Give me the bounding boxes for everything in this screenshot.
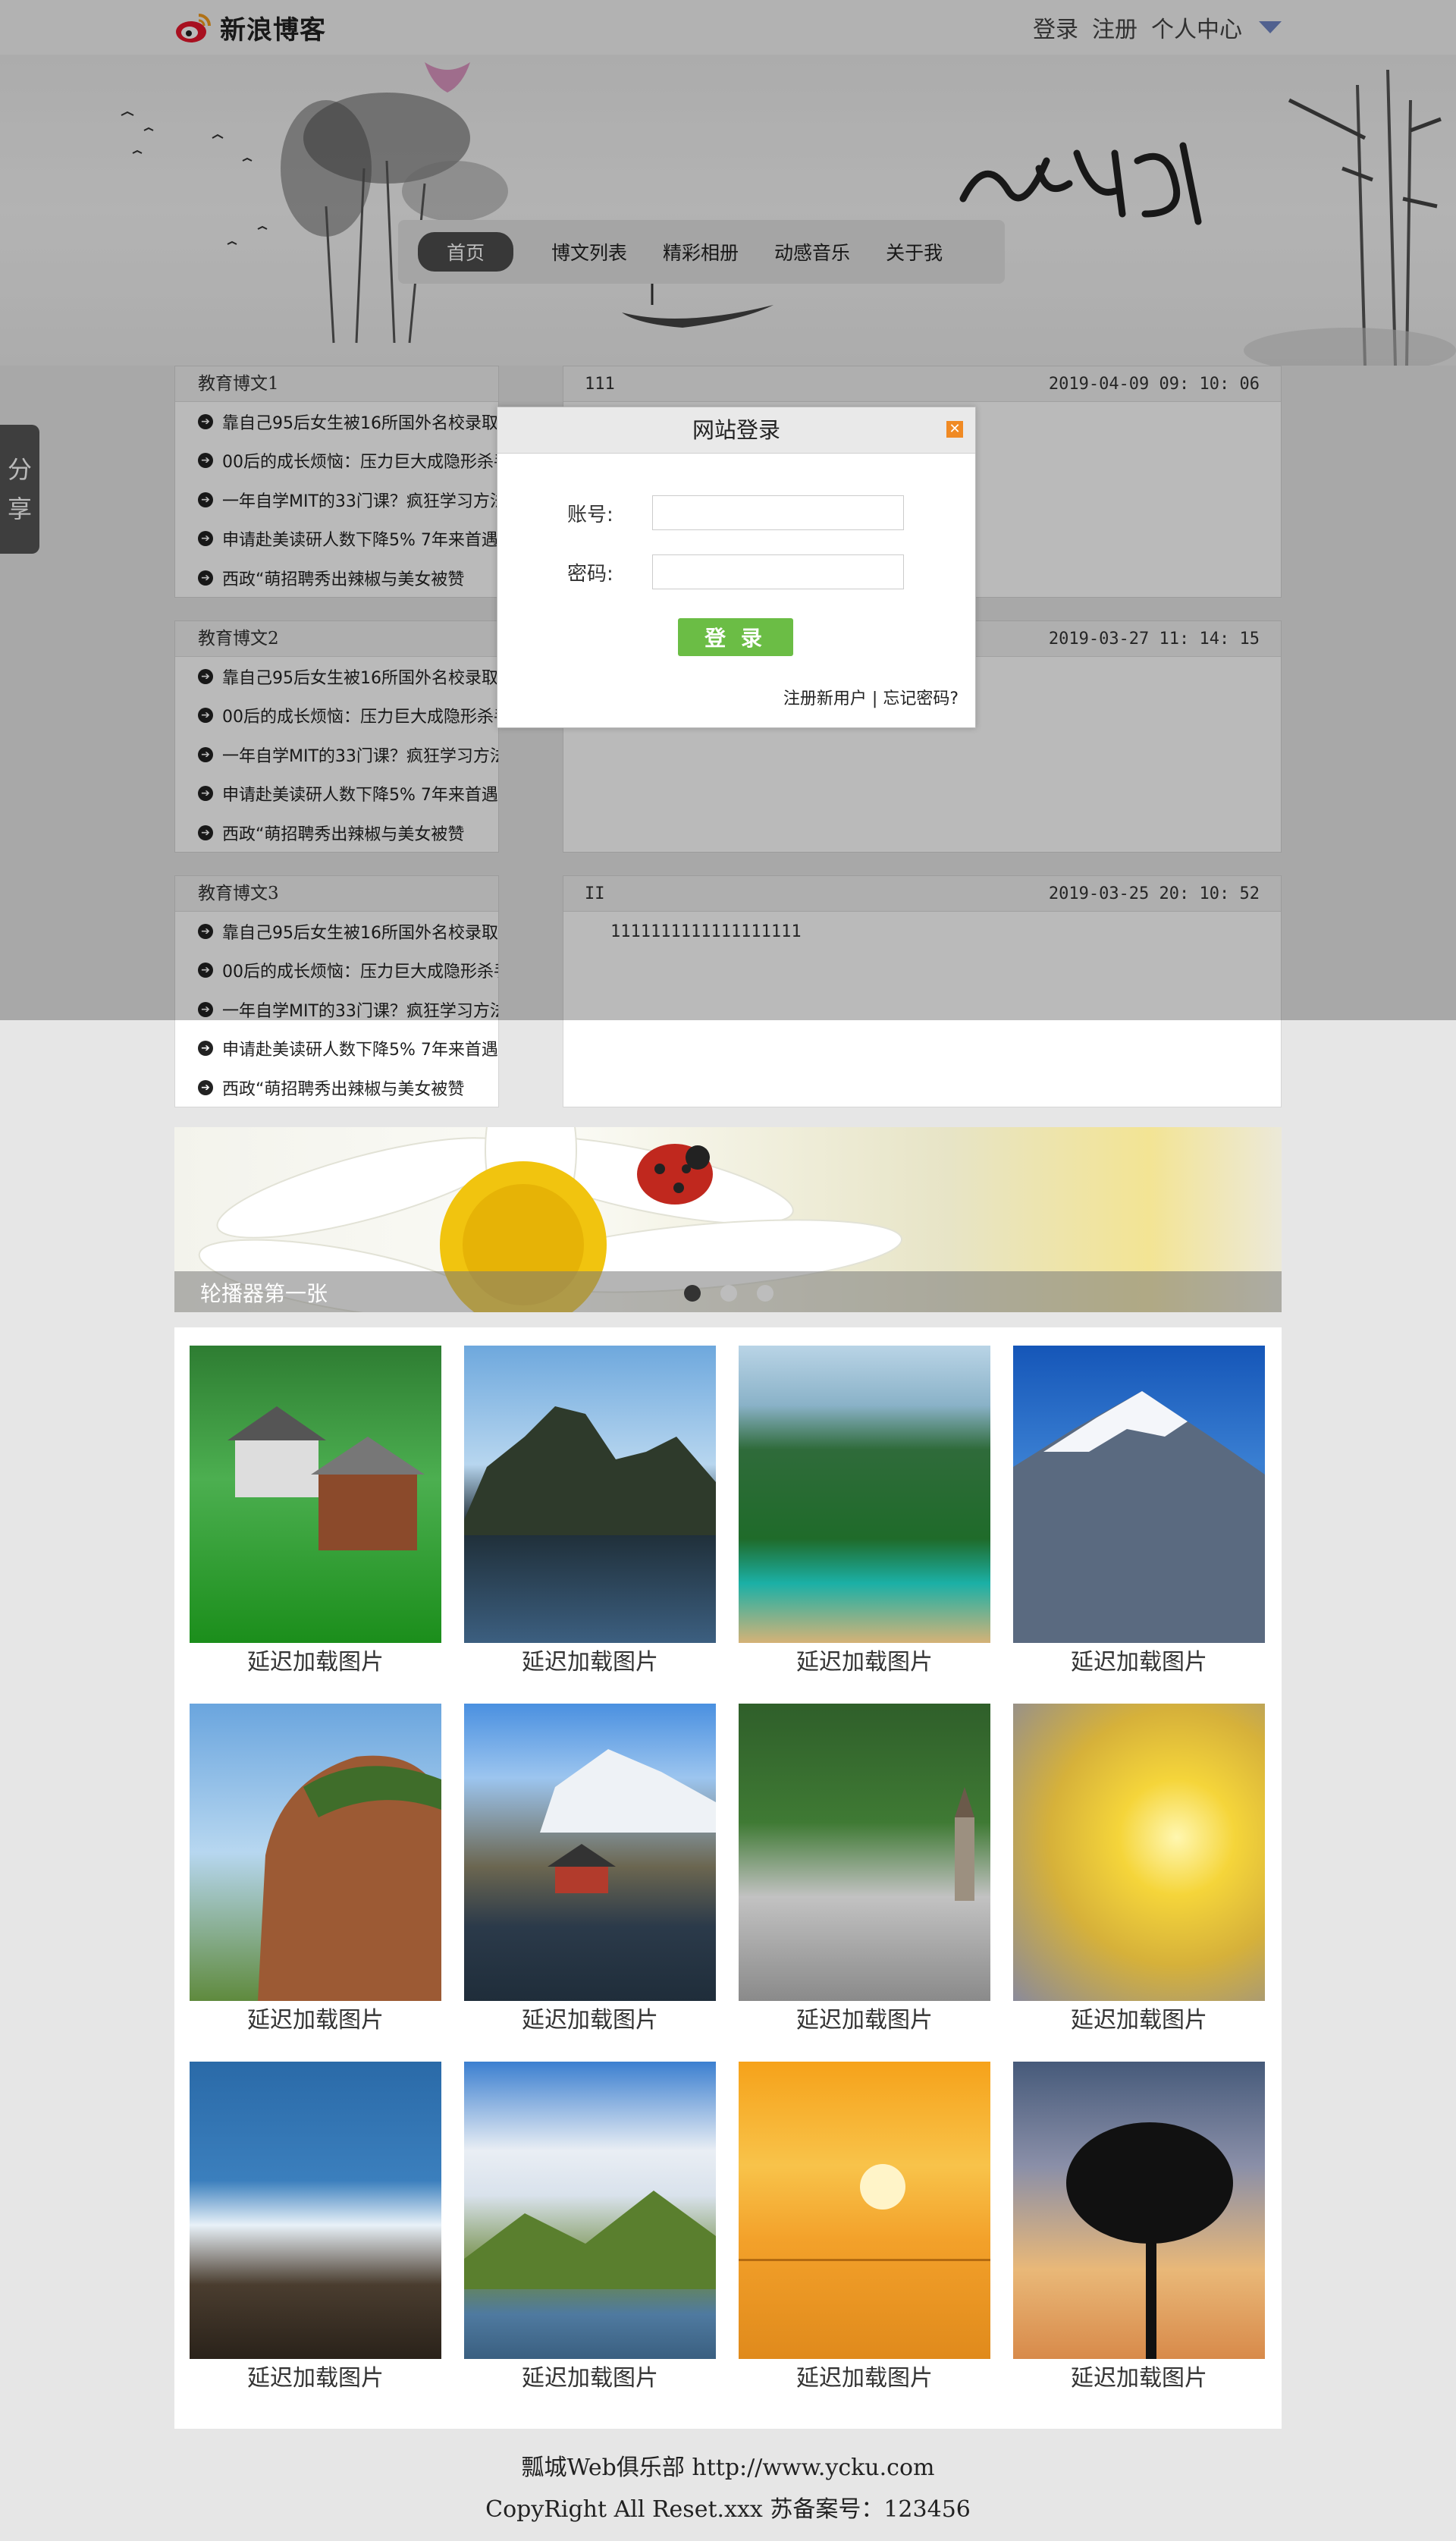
login-button[interactable]: 登 录 — [678, 618, 793, 656]
footer-line-2: CopyRight All Reset.xxx 苏备案号：123456 — [485, 2496, 971, 2523]
gallery-caption: 延迟加载图片 — [796, 2365, 933, 2392]
dialog-title: 网站登录 — [692, 417, 780, 443]
list-item[interactable]: ➔ 西政“萌招聘秀出辣椒与美女被赞 — [175, 1068, 498, 1107]
gallery-item[interactable]: 延迟加载图片 — [464, 1346, 716, 1682]
carousel-caption: 轮播器第一张 — [200, 1281, 328, 1306]
gallery-caption: 延迟加载图片 — [247, 2007, 384, 2034]
karst-river-photo-icon[interactable] — [464, 1346, 716, 1643]
login-dialog: 网站登录 ✕ 账号: 密码: 登 录 注册新用户 | 忘记密码? — [497, 407, 976, 728]
gallery-item[interactable]: 延迟加载图片 — [190, 1704, 441, 2040]
red-cliff-photo-icon[interactable] — [190, 1704, 441, 2001]
gallery-caption: 延迟加载图片 — [247, 2365, 384, 2392]
photo-gallery: 延迟加载图片 延迟加载图片 延迟加载图片 延迟加载图片 延迟加载图片 延迟加载图… — [174, 1327, 1282, 2429]
gallery-caption: 延迟加载图片 — [247, 1649, 384, 1676]
cottage-forest-photo-icon[interactable] — [190, 1346, 441, 1643]
gallery-item[interactable]: 延迟加载图片 — [1013, 1704, 1265, 2040]
gallery-caption: 延迟加载图片 — [1071, 2007, 1207, 2034]
gallery-caption: 延迟加载图片 — [1071, 1649, 1207, 1676]
close-icon[interactable]: ✕ — [946, 421, 963, 438]
account-label: 账号: — [567, 503, 613, 526]
list-item[interactable]: ➔ 申请赴美读研人数下降5% 7年来首遇冷 — [175, 1029, 498, 1069]
dialog-header[interactable]: 网站登录 ✕ — [497, 407, 975, 454]
arrow-right-icon: ➔ — [198, 1041, 213, 1057]
tree-silhouette-photo-icon[interactable] — [1013, 2062, 1265, 2359]
forgot-password-link[interactable]: 忘记密码? — [883, 689, 959, 708]
gallery-item[interactable]: 延迟加载图片 — [1013, 2062, 1265, 2398]
account-row: 账号: — [567, 495, 904, 530]
gallery-caption: 延迟加载图片 — [796, 2007, 933, 2034]
carousel[interactable]: 轮播器第一张 — [174, 1127, 1282, 1312]
gallery-item[interactable]: 延迟加载图片 — [190, 1346, 441, 1682]
password-row: 密码: — [567, 554, 904, 589]
gallery-caption: 延迟加载图片 — [522, 2007, 658, 2034]
green-hills-photo-icon[interactable] — [464, 2062, 716, 2359]
sunset-sea-photo-icon[interactable] — [739, 2062, 990, 2359]
carousel-dot-2[interactable] — [720, 1285, 737, 1302]
gallery-caption: 延迟加载图片 — [796, 1649, 933, 1676]
gallery-item[interactable]: 延迟加载图片 — [1013, 1346, 1265, 1682]
gallery-item[interactable]: 延迟加载图片 — [739, 1346, 990, 1682]
gallery-item[interactable]: 延迟加载图片 — [739, 1704, 990, 2040]
arrow-right-icon: ➔ — [198, 1079, 213, 1095]
golden-sky-photo-icon[interactable] — [1013, 1704, 1265, 2001]
link-separator: | — [871, 689, 878, 708]
gallery-item[interactable]: 延迟加载图片 — [739, 2062, 990, 2398]
list-item-label[interactable]: 西政“萌招聘秀出辣椒与美女被赞 — [222, 1076, 464, 1100]
gallery-caption: 延迟加载图片 — [522, 1649, 658, 1676]
register-new-user-link[interactable]: 注册新用户 — [783, 689, 867, 708]
dialog-links: 注册新用户 | 忘记密码? — [783, 685, 959, 709]
frozen-stream-photo-icon[interactable] — [190, 2062, 441, 2359]
gallery-item[interactable]: 延迟加载图片 — [464, 1704, 716, 2040]
carousel-dot-3[interactable] — [757, 1285, 774, 1302]
carousel-caption-bar: 轮播器第一张 — [174, 1271, 1282, 1312]
account-input[interactable] — [652, 495, 904, 530]
hill-village-photo-icon[interactable] — [739, 1704, 990, 2001]
list-item-label[interactable]: 申请赴美读研人数下降5% 7年来首遇冷 — [222, 1036, 498, 1060]
pagoda-lake-photo-icon[interactable] — [464, 1704, 716, 2001]
gallery-caption: 延迟加载图片 — [1071, 2365, 1207, 2392]
lake-island-photo-icon[interactable] — [739, 1346, 990, 1643]
gallery-item[interactable]: 延迟加载图片 — [464, 2062, 716, 2398]
snow-mountain-photo-icon[interactable] — [1013, 1346, 1265, 1643]
gallery-item[interactable]: 延迟加载图片 — [190, 2062, 441, 2398]
password-label: 密码: — [567, 562, 613, 586]
carousel-dot-1[interactable] — [684, 1285, 701, 1302]
gallery-caption: 延迟加载图片 — [522, 2365, 658, 2392]
password-input[interactable] — [652, 554, 904, 589]
footer-line-1: 瓢城Web俱乐部 http://www.ycku.com — [521, 2455, 935, 2481]
